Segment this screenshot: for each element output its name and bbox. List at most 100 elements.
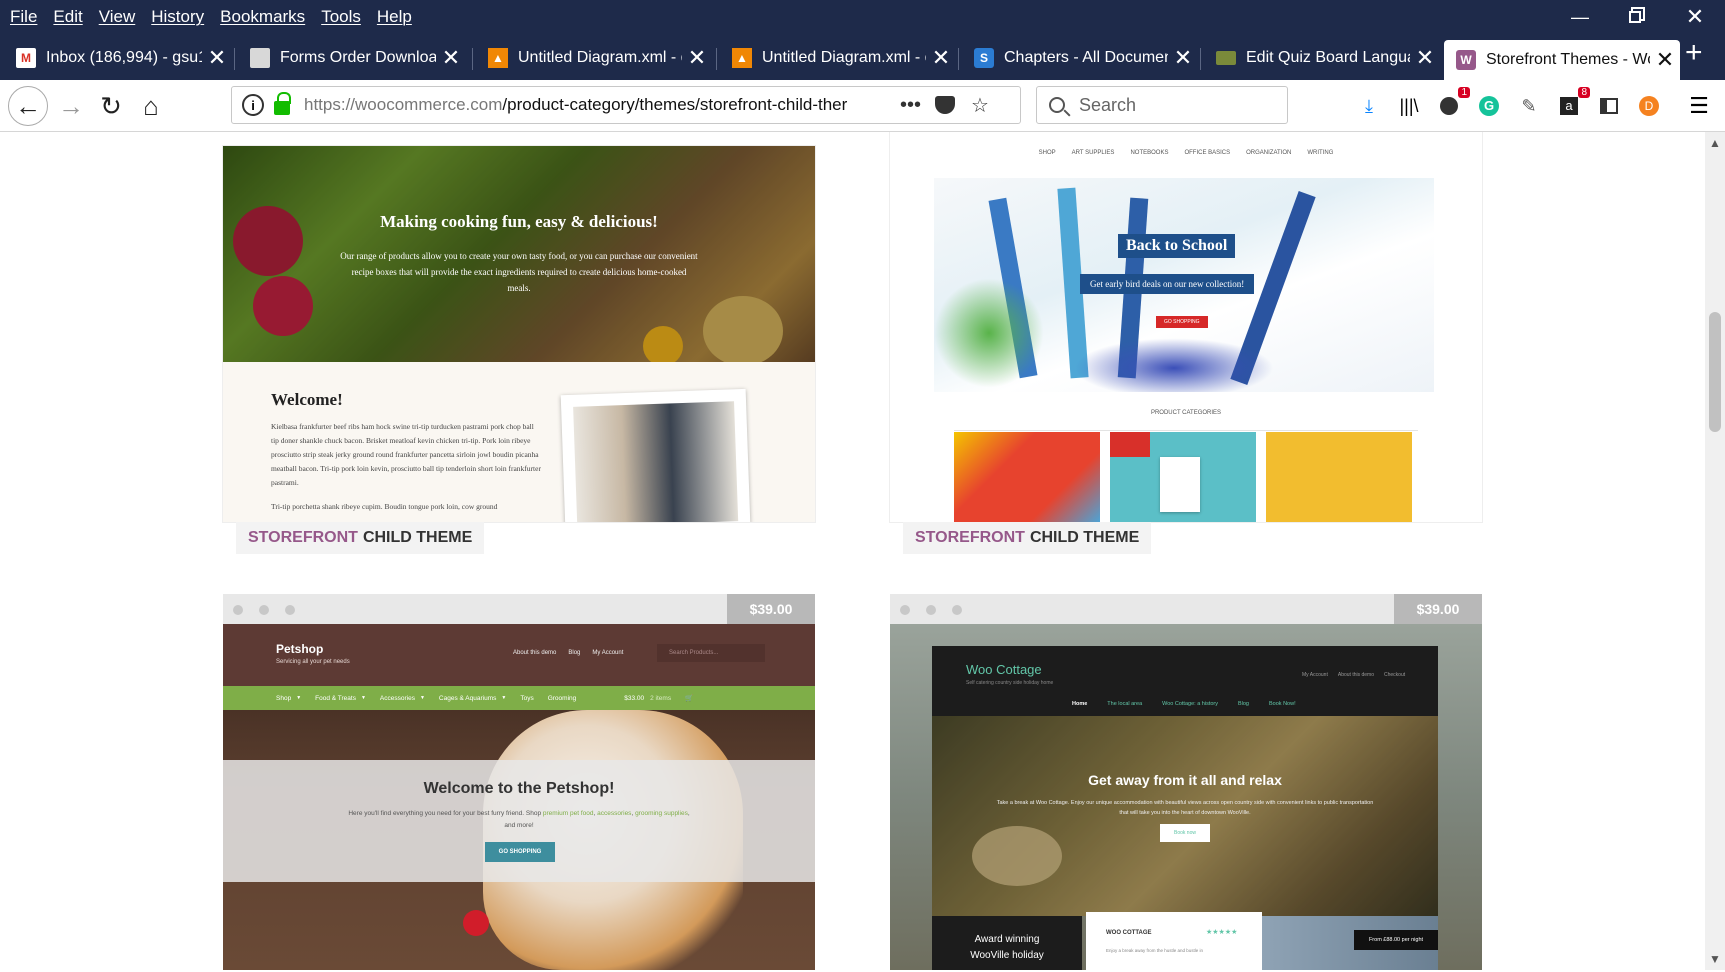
top-link[interactable]: Blog — [568, 650, 580, 656]
close-window-icon[interactable]: ✕ — [1665, 0, 1725, 34]
new-tab-icon[interactable]: + — [1685, 36, 1703, 70]
hero-panel: Welcome to the Petshop! Here you'll find… — [223, 760, 815, 882]
extension-icon[interactable]: 1 — [1436, 87, 1470, 119]
tab-inbox[interactable]: M Inbox (186,994) - gsu199 ✕ — [4, 38, 232, 78]
library-icon[interactable]: |||\ — [1396, 93, 1422, 119]
hamburger-menu-icon[interactable]: ☰ — [1686, 93, 1712, 119]
amazon-icon[interactable]: a8 — [1556, 87, 1590, 119]
menu-item[interactable]: Cages & Aquariums — [439, 695, 496, 702]
menu-help[interactable]: Help — [377, 7, 412, 27]
theme-card-woo-cottage[interactable]: $39.00 Woo Cottage Self catering country… — [890, 594, 1482, 970]
menu-item[interactable]: Book Now! — [1269, 701, 1296, 707]
home-button[interactable]: ⌂ — [132, 87, 170, 125]
menu-view[interactable]: View — [99, 7, 136, 27]
pocket-icon[interactable] — [935, 96, 956, 114]
tab-close-icon[interactable]: ✕ — [1410, 45, 1440, 71]
tab-chapters[interactable]: S Chapters - All Document ✕ — [962, 38, 1198, 78]
menu-item[interactable]: NOTEBOOKS — [1130, 150, 1168, 170]
hero-link[interactable]: premium pet food — [543, 810, 594, 817]
honey-icon[interactable]: D — [1636, 93, 1662, 119]
cart-total[interactable]: $33.00 — [624, 695, 644, 702]
top-link[interactable]: My Account — [592, 650, 623, 656]
menu-item[interactable]: ORGANIZATION — [1246, 150, 1291, 170]
tab-close-icon[interactable]: ✕ — [436, 45, 466, 71]
menu-item[interactable]: Blog — [1238, 701, 1249, 707]
category-art-supplies[interactable] — [954, 432, 1100, 522]
tab-close-icon[interactable]: ✕ — [202, 45, 232, 71]
sidebar-icon[interactable] — [1596, 93, 1622, 119]
menu-item[interactable]: Home — [1072, 701, 1087, 707]
top-link[interactable]: About this demo — [513, 650, 556, 656]
cart-icon[interactable]: 🛒 — [685, 694, 693, 702]
forward-button[interactable]: → — [52, 87, 90, 125]
menu-item[interactable]: Food & Treats — [315, 695, 356, 702]
hero-link[interactable]: grooming supplies — [635, 810, 688, 817]
tab-forms-order[interactable]: Forms Order Download ✕ — [238, 38, 466, 78]
navigation-bar: ← → ↻ ⌂ i https://woocommerce.com/produc… — [0, 80, 1725, 132]
tab-untitled-diagram-1[interactable]: ▲ Untitled Diagram.xml - d ✕ — [476, 38, 712, 78]
menu-item[interactable]: Grooming — [548, 695, 577, 702]
theme-card-cooking[interactable]: Making cooking fun, easy & delicious! Ou… — [223, 146, 815, 522]
menu-history[interactable]: History — [151, 7, 204, 27]
category-notebooks[interactable] — [1110, 432, 1256, 522]
product-card[interactable]: WOO COTTAGE ★★★★★ Enjoy a break away fro… — [1086, 912, 1262, 970]
grammarly-icon[interactable]: G — [1476, 93, 1502, 119]
hero-image: Making cooking fun, easy & delicious! Ou… — [223, 146, 815, 366]
price-badge: $39.00 — [1394, 594, 1482, 624]
menu-item[interactable]: Accessories — [380, 695, 415, 702]
tab-close-icon[interactable]: ✕ — [1168, 45, 1198, 71]
vertical-scrollbar[interactable]: ▲ ▼ — [1705, 132, 1725, 970]
go-shopping-button[interactable]: GO SHOPPING — [485, 842, 555, 862]
search-box[interactable]: Search — [1036, 86, 1288, 124]
menu-item[interactable]: WRITING — [1307, 150, 1333, 170]
menu-tools[interactable]: Tools — [321, 7, 361, 27]
menu-item[interactable]: Woo Cottage: a history — [1162, 701, 1218, 707]
more-actions-icon[interactable]: ••• — [900, 94, 921, 117]
category-office-basics[interactable] — [1266, 432, 1412, 522]
categories-heading: PRODUCT CATEGORIES — [1150, 410, 1222, 416]
minimize-icon[interactable]: — — [1550, 0, 1610, 34]
menu-bookmarks[interactable]: Bookmarks — [220, 7, 305, 27]
rating-stars: ★★★★★ — [1206, 929, 1238, 936]
theme-label-school[interactable]: STOREFRONT CHILD THEME — [903, 522, 1152, 554]
hero-link[interactable]: accessories — [597, 810, 631, 817]
menu-item[interactable]: SHOP — [1039, 150, 1056, 170]
reload-button[interactable]: ↻ — [92, 87, 130, 125]
top-links: About this demo Blog My Account — [513, 650, 623, 656]
welcome-text-2: Tri-tip porchetta shank ribeye cupim. Bo… — [271, 502, 498, 511]
menu-item[interactable]: OFFICE BASICS — [1184, 150, 1230, 170]
theme-card-petshop[interactable]: $39.00 Petshop Servicing all your pet ne… — [223, 594, 815, 970]
tab-storefront-themes[interactable]: W Storefront Themes - Woo ✕ — [1444, 40, 1680, 80]
top-link[interactable]: My Account — [1302, 672, 1328, 678]
search-products-input[interactable]: Search Products... — [657, 644, 765, 662]
theme-label-cooking[interactable]: STOREFRONT CHILD THEME — [236, 522, 485, 554]
tab-close-icon[interactable]: ✕ — [1650, 47, 1680, 73]
menu-edit[interactable]: Edit — [53, 7, 82, 27]
eyedropper-icon[interactable]: ✎ — [1516, 93, 1542, 119]
scroll-up-icon[interactable]: ▲ — [1705, 136, 1725, 150]
info-icon[interactable]: i — [242, 94, 264, 116]
browser-chrome: $39.00 — [223, 594, 815, 624]
restore-icon[interactable] — [1605, 0, 1665, 34]
top-link[interactable]: Checkout — [1384, 672, 1405, 678]
scroll-thumb[interactable] — [1709, 312, 1721, 432]
bookmark-star-icon[interactable]: ☆ — [971, 93, 989, 118]
download-icon[interactable]: ⤓ — [1356, 93, 1382, 119]
theme-card-school[interactable]: SHOP ART SUPPLIES NOTEBOOKS OFFICE BASIC… — [890, 132, 1482, 522]
menu-item[interactable]: Shop — [276, 695, 291, 702]
go-shopping-button[interactable]: GO SHOPPING — [1156, 316, 1208, 328]
back-button[interactable]: ← — [8, 86, 48, 126]
url-text[interactable]: https://woocommerce.com/product-category… — [304, 95, 884, 115]
url-bar[interactable]: i https://woocommerce.com/product-catego… — [231, 86, 1021, 124]
top-link[interactable]: About this demo — [1338, 672, 1374, 678]
menu-item[interactable]: Toys — [520, 695, 533, 702]
tab-edit-quiz[interactable]: Edit Quiz Board Languag ✕ — [1204, 38, 1440, 78]
menu-file[interactable]: File — [10, 7, 37, 27]
book-now-button[interactable]: Book now — [1160, 824, 1210, 842]
menu-item[interactable]: ART SUPPLIES — [1072, 150, 1115, 170]
tab-close-icon[interactable]: ✕ — [682, 45, 712, 71]
tab-close-icon[interactable]: ✕ — [926, 45, 956, 71]
menu-item[interactable]: The local area — [1107, 701, 1142, 707]
tab-untitled-diagram-2[interactable]: ▲ Untitled Diagram.xml - d ✕ — [720, 38, 956, 78]
scroll-down-icon[interactable]: ▼ — [1705, 952, 1725, 966]
